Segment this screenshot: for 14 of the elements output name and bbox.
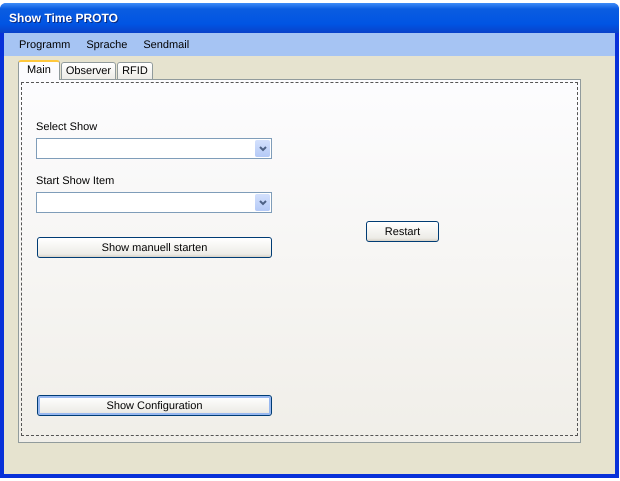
menu-item[interactable]: Programm	[12, 38, 80, 50]
dropdown-field[interactable]	[36, 192, 272, 213]
window-title: Show Time PROTO	[9, 11, 118, 25]
restart-button[interactable]: Restart	[366, 221, 439, 242]
field-label: Start Show Item	[36, 175, 116, 188]
field-label: Select Show	[36, 121, 98, 134]
menu-item[interactable]: Sprache	[79, 38, 136, 50]
start-button[interactable]: Show manuell starten	[37, 237, 272, 258]
tab[interactable]: Main	[18, 60, 60, 80]
tab[interactable]: Observer	[60, 62, 116, 79]
menu-item[interactable]: Sendmail	[136, 38, 198, 50]
tab[interactable]: RFID	[117, 62, 153, 79]
dropdown-field[interactable]	[36, 138, 272, 159]
configuration-button[interactable]: Show Configuration	[37, 395, 272, 416]
